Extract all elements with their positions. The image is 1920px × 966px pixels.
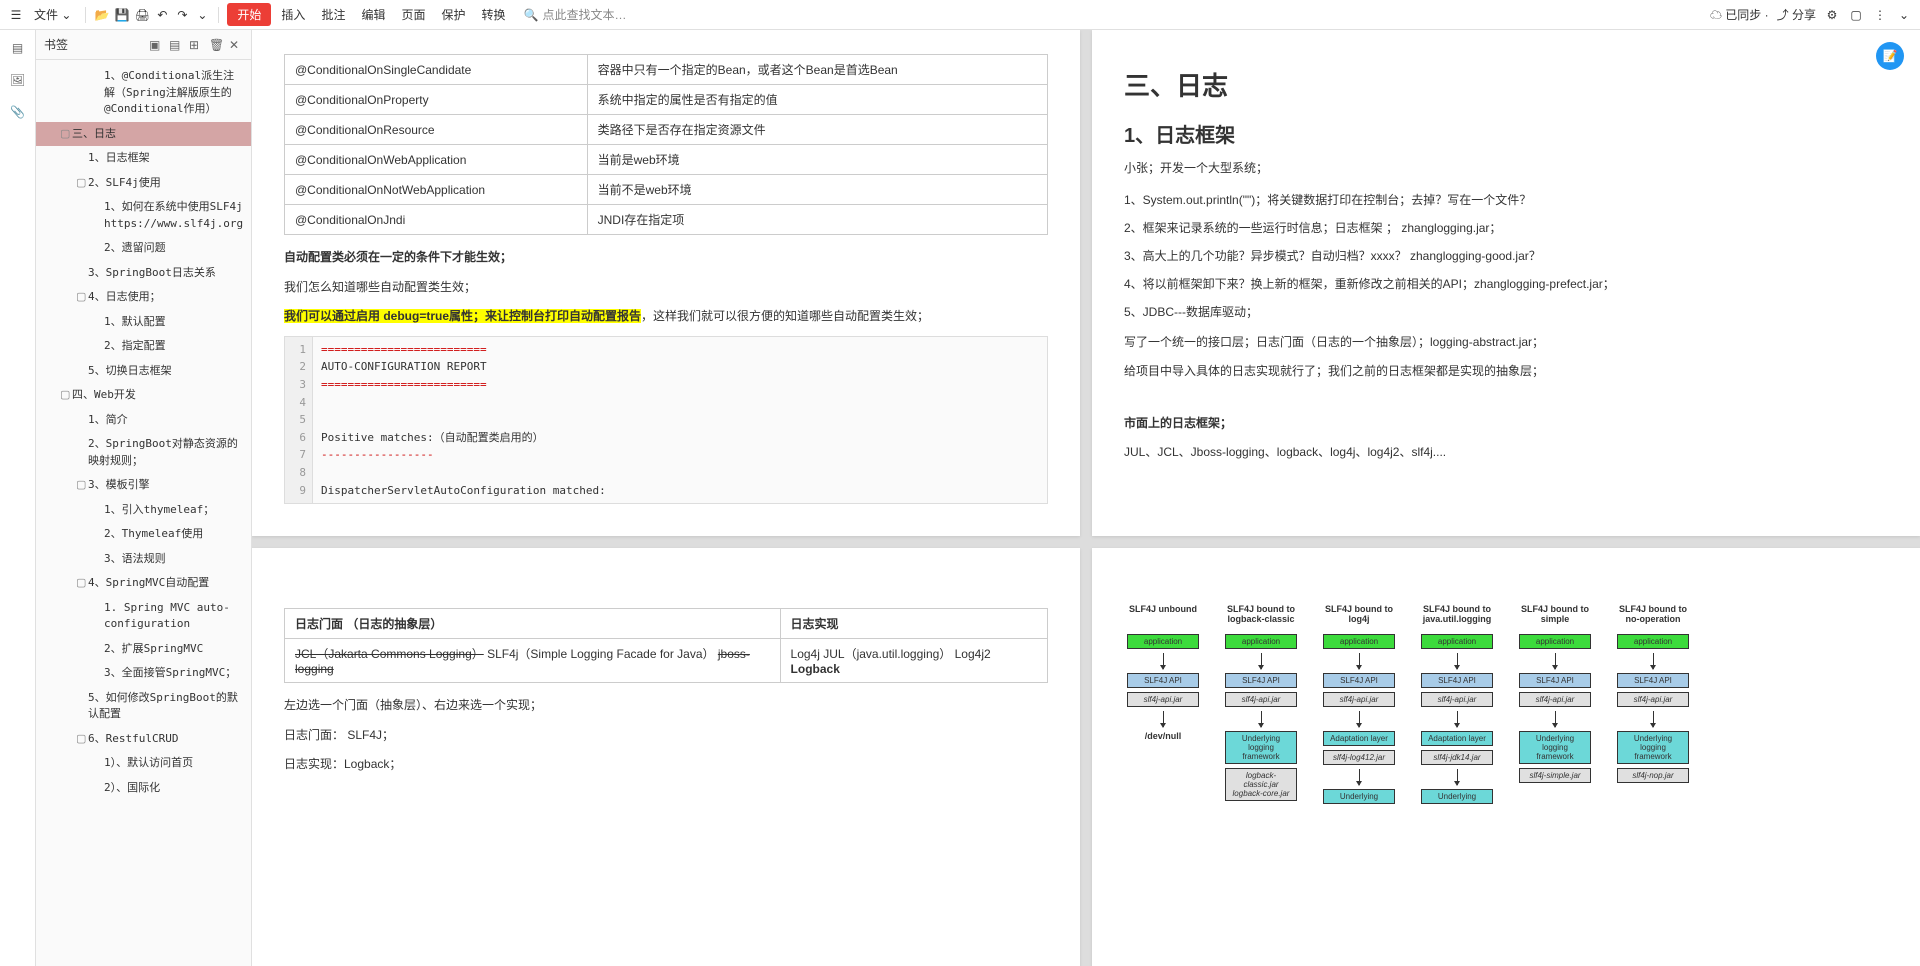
bookmark-item[interactable]: 1）、默认访问首页 [36, 751, 251, 776]
bookmark-item[interactable]: 1、简介 [36, 408, 251, 433]
bookmark-item[interactable]: ▢4、SpringMVC自动配置 [36, 571, 251, 596]
bookmark-item[interactable]: 2）、国际化 [36, 776, 251, 801]
search-icon: 🔍 [524, 8, 539, 22]
collapse-icon[interactable]: ⊞ [189, 38, 203, 52]
bookmark-item[interactable]: 3、全面接管SpringMVC； [36, 661, 251, 686]
redo-icon[interactable]: ↷ [174, 7, 190, 23]
doc-text: 写了一个统一的接口层；日志门面（日志的一个抽象层）；logging-abstra… [1124, 332, 1888, 354]
bookmark-item[interactable]: 1. Spring MVC auto-configuration [36, 596, 251, 637]
dropdown-icon[interactable]: ⌄ [1896, 7, 1912, 23]
tab-convert[interactable]: 转换 [476, 4, 512, 25]
document-content[interactable]: 📝 @ConditionalOnSingleCandidate容器中只有一个指定… [252, 30, 1920, 966]
share-button[interactable]: ⤴ 分享 [1777, 6, 1816, 23]
doc-text: 左边选一个门面（抽象层）、右边来选一个实现； [284, 695, 1048, 717]
window-icon[interactable]: ▢ [1848, 7, 1864, 23]
bookmark-item[interactable]: 2、遗留问题 [36, 236, 251, 261]
bookmark-item[interactable]: ▢6、RestfulCRUD [36, 727, 251, 752]
main-toolbar: ☰ 文件 ⌄ 📂 💾 🖨 ↶ ↷ ⌄ 开始 插入 批注 编辑 页面 保护 转换 … [0, 0, 1920, 30]
tab-start[interactable]: 开始 [227, 3, 271, 26]
more-menu-icon[interactable]: ⋮ [1872, 7, 1888, 23]
bookmark-item[interactable]: 1、引入thymeleaf； [36, 498, 251, 523]
doc-text: 我们可以通过启用 debug=true属性；来让控制台打印自动配置报告，这样我们… [284, 306, 1048, 328]
sync-status[interactable]: ☁ 已同步 · [1710, 6, 1769, 23]
tab-protect[interactable]: 保护 [435, 4, 471, 25]
slf4j-diagram: SLF4J unbound application SLF4J API slf4… [1124, 604, 1888, 804]
settings-icon[interactable]: ⚙ [1824, 7, 1840, 23]
float-action-button[interactable]: 📝 [1876, 42, 1904, 70]
doc-text: 我们怎么知道哪些自动配置类生效； [284, 277, 1048, 299]
doc-text: 自动配置类必须在一定的条件下才能生效； [284, 247, 1048, 269]
expand-icon[interactable]: ▤ [169, 38, 183, 52]
bookmark-item[interactable]: 1、如何在系统中使用SLF4j https://www.slf4j.org [36, 195, 251, 236]
tab-edit[interactable]: 编辑 [355, 4, 391, 25]
print-icon[interactable]: 🖨 [134, 7, 150, 23]
log-framework-table: 日志门面 （日志的抽象层） 日志实现 JCL（Jakarta Commons L… [284, 608, 1048, 683]
bookmark-item[interactable]: 1、@Conditional派生注解（Spring注解版原生的@Conditio… [36, 64, 251, 122]
undo-icon[interactable]: ↶ [154, 7, 170, 23]
bookmark-item[interactable]: 5、切换日志框架 [36, 359, 251, 384]
bookmark-item[interactable]: 3、SpringBoot日志关系 [36, 261, 251, 286]
add-bookmark-icon[interactable]: ▣ [149, 38, 163, 52]
bookmark-item[interactable]: 2、指定配置 [36, 334, 251, 359]
bookmark-item[interactable]: ▢3、模板引擎 [36, 473, 251, 498]
menu-icon[interactable]: ☰ [8, 7, 24, 23]
left-rail: ▤ 🖼 📎 [0, 30, 36, 966]
tab-page[interactable]: 页面 [395, 4, 431, 25]
thumbnails-icon[interactable]: 🖼 [8, 70, 28, 90]
tab-comment[interactable]: 批注 [315, 4, 351, 25]
document-page: 三、日志 1、日志框架 小张；开发一个大型系统； 1、System.out.pr… [1092, 30, 1920, 536]
doc-text: 日志门面： SLF4J； [284, 725, 1048, 747]
open-icon[interactable]: 📂 [94, 7, 110, 23]
doc-text: 日志实现：Logback； [284, 754, 1048, 776]
bookmark-item[interactable]: 3、语法规则 [36, 547, 251, 572]
doc-text: 小张；开发一个大型系统； [1124, 158, 1888, 180]
file-menu[interactable]: 文件 ⌄ [28, 4, 77, 25]
tab-insert[interactable]: 插入 [275, 4, 311, 25]
conditional-table: @ConditionalOnSingleCandidate容器中只有一个指定的B… [284, 54, 1048, 235]
bookmark-item[interactable]: ▢三、日志 [36, 122, 251, 147]
bookmark-item[interactable]: 2、Thymeleaf使用 [36, 522, 251, 547]
bookmark-tree: 1、@Conditional派生注解（Spring注解版原生的@Conditio… [36, 60, 251, 966]
bookmarks-sidebar: 书签 ▣ ▤ ⊞ 🗑 ✕ 1、@Conditional派生注解（Spring注解… [36, 30, 252, 966]
document-page: SLF4J unbound application SLF4J API slf4… [1092, 548, 1920, 966]
attachments-icon[interactable]: 📎 [8, 102, 28, 122]
bookmark-item[interactable]: 2、SpringBoot对静态资源的映射规则； [36, 432, 251, 473]
bookmark-item[interactable]: ▢四、Web开发 [36, 383, 251, 408]
bookmarks-icon[interactable]: ▤ [8, 38, 28, 58]
heading-2: 1、日志框架 [1124, 119, 1888, 148]
bookmark-item[interactable]: ▢2、SLF4j使用 [36, 171, 251, 196]
code-block: 123456789 =========================AUTO-… [284, 336, 1048, 504]
heading-1: 三、日志 [1124, 66, 1888, 103]
bookmark-item[interactable]: 5、如何修改SpringBoot的默认配置 [36, 686, 251, 727]
more-icon[interactable]: ⌄ [194, 7, 210, 23]
close-sidebar-icon[interactable]: ✕ [229, 38, 243, 52]
search-box[interactable]: 🔍 点此查找文本… [524, 6, 627, 23]
doc-text: JUL、JCL、Jboss-logging、logback、log4j、log4… [1124, 442, 1888, 464]
document-page: 日志门面 （日志的抽象层） 日志实现 JCL（Jakarta Commons L… [252, 548, 1080, 966]
document-page: @ConditionalOnSingleCandidate容器中只有一个指定的B… [252, 30, 1080, 536]
bookmark-item[interactable]: ▢4、日志使用； [36, 285, 251, 310]
bookmark-item[interactable]: 1、日志框架 [36, 146, 251, 171]
bookmark-item[interactable]: 2、扩展SpringMVC [36, 637, 251, 662]
doc-text: 市面上的日志框架； [1124, 413, 1888, 435]
delete-icon[interactable]: 🗑 [209, 38, 223, 52]
save-icon[interactable]: 💾 [114, 7, 130, 23]
sidebar-title: 书签 [44, 36, 141, 53]
bookmark-item[interactable]: 1、默认配置 [36, 310, 251, 335]
doc-text: 给项目中导入具体的日志实现就行了；我们之前的日志框架都是实现的抽象层； [1124, 361, 1888, 383]
